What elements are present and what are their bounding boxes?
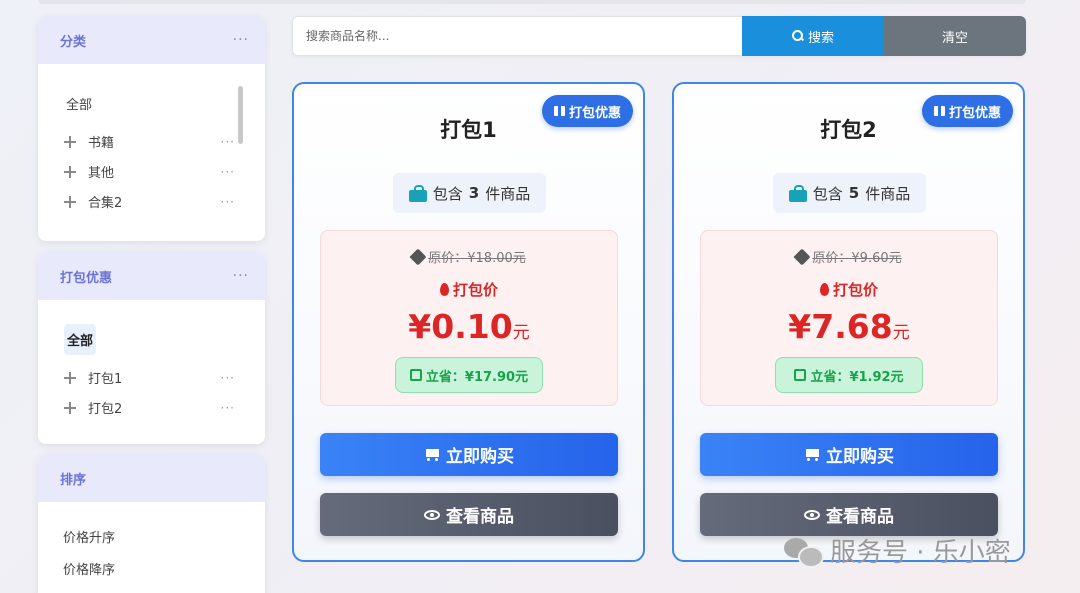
bundle-price-value: ¥7.68	[788, 307, 893, 346]
search-icon	[791, 30, 804, 42]
bundle-price-unit: 元	[892, 323, 910, 343]
shopping-bag-icon	[788, 184, 807, 202]
view-products-label: 查看商品	[446, 507, 514, 527]
bundle-item-pack2[interactable]: 打包2 ···	[62, 398, 235, 417]
bundle-price-value: ¥0.10	[408, 307, 513, 346]
bundle-price-unit: 元	[512, 323, 530, 343]
savings-badge: 立省：¥1.92元	[775, 357, 923, 393]
top-bar-edge	[38, 0, 1026, 4]
category-panel-header: 分类 ···	[38, 16, 265, 64]
view-products-button[interactable]: 查看商品	[700, 493, 998, 536]
save-disk-icon	[794, 369, 807, 381]
savings-badge: 立省：¥17.90元	[395, 357, 543, 393]
sort-panel-title: 排序	[60, 472, 87, 488]
bundle-panel-title: 打包优惠	[60, 270, 113, 286]
bundle-card: 打包优惠 打包1 包含 3 件商品 原价：¥18.00元 打包价 ¥0.10元 …	[292, 82, 645, 562]
savings-text: 立省：¥17.90元	[425, 369, 529, 385]
bundle-price: ¥0.10元	[321, 307, 617, 346]
tag-icon	[793, 248, 811, 265]
move-icon[interactable]	[62, 134, 78, 150]
bundle-item-pack1[interactable]: 打包1 ···	[62, 368, 235, 387]
category-item-collection2[interactable]: 合集2 ···	[62, 192, 235, 211]
card-title: 打包1	[440, 118, 497, 142]
original-price: 原价：¥18.00元	[321, 247, 617, 266]
move-icon[interactable]	[62, 400, 78, 416]
pack-price-label-text: 打包价	[832, 281, 878, 299]
bundle-item-all[interactable]: 全部	[64, 324, 97, 355]
price-box: 原价：¥18.00元 打包价 ¥0.10元 立省：¥17.90元	[320, 230, 618, 406]
cart-icon	[424, 448, 440, 461]
fire-icon	[439, 283, 449, 296]
original-price-text: 原价：¥9.60元	[812, 251, 902, 266]
watermark: 服务号 · 乐小密	[784, 532, 1011, 569]
count-suffix: 件商品	[865, 184, 911, 203]
sort-item-price-desc[interactable]: 价格降序	[63, 559, 115, 578]
category-more-button[interactable]: ···	[233, 32, 249, 48]
pack-price-label: 打包价	[701, 279, 997, 300]
buy-now-label: 立即购买	[446, 447, 514, 467]
savings-text: 立省：¥1.92元	[810, 369, 904, 385]
bundle-panel: 打包优惠 ··· 全部 打包1 ··· 打包2 ···	[38, 252, 265, 444]
save-disk-icon	[409, 369, 422, 381]
buy-now-button[interactable]: 立即购买	[320, 433, 618, 476]
sort-panel-header: 排序	[38, 454, 265, 502]
price-box: 原价：¥9.60元 打包价 ¥7.68元 立省：¥1.92元	[700, 230, 998, 406]
search-input[interactable]	[292, 16, 742, 56]
item-count: 包含 3 件商品	[393, 173, 546, 213]
count-prefix: 包含	[812, 184, 843, 203]
category-panel: 分类 ··· 全部 书籍 ··· 其他 ··· 合集2 ···	[38, 16, 265, 241]
category-panel-title: 分类	[60, 34, 87, 50]
bundle-item-label: 打包2	[88, 402, 123, 417]
count-prefix: 包含	[432, 184, 463, 203]
bundle-panel-header: 打包优惠 ···	[38, 252, 265, 300]
item-count: 包含 5 件商品	[773, 173, 926, 213]
count-suffix: 件商品	[485, 184, 531, 203]
tag-icon	[409, 248, 427, 265]
category-item-label: 书籍	[88, 136, 115, 151]
buy-now-label: 立即购买	[826, 447, 894, 467]
category-item-books[interactable]: 书籍 ···	[62, 132, 235, 151]
count-number: 3	[468, 184, 480, 202]
move-icon[interactable]	[62, 370, 78, 386]
sort-panel: 排序 价格升序 价格降序	[38, 454, 265, 593]
item-more-button[interactable]: ···	[221, 195, 235, 209]
original-price: 原价：¥9.60元	[701, 247, 997, 266]
shopping-bag-icon	[408, 184, 427, 202]
category-scrollbar[interactable]	[238, 86, 243, 144]
card-title: 打包2	[820, 118, 877, 142]
view-products-button[interactable]: 查看商品	[320, 493, 618, 536]
wechat-icon	[784, 536, 824, 568]
buy-now-button[interactable]: 立即购买	[700, 433, 998, 476]
item-more-button[interactable]: ···	[221, 371, 235, 385]
category-item-other[interactable]: 其他 ···	[62, 162, 235, 181]
search-button-label: 搜索	[807, 30, 834, 46]
category-item-label: 合集2	[88, 196, 123, 211]
clear-button[interactable]: 清空	[884, 16, 1026, 56]
move-icon[interactable]	[62, 194, 78, 210]
fire-icon	[819, 283, 829, 296]
bundle-card: 打包优惠 打包2 包含 5 件商品 原价：¥9.60元 打包价 ¥7.68元 立…	[672, 82, 1025, 562]
pack-price-label-text: 打包价	[452, 281, 498, 299]
count-number: 5	[848, 184, 860, 202]
item-more-button[interactable]: ···	[221, 135, 235, 149]
eye-icon	[424, 509, 440, 520]
view-products-label: 查看商品	[826, 507, 894, 527]
search-button[interactable]: 搜索	[742, 16, 884, 56]
move-icon[interactable]	[62, 164, 78, 180]
cart-icon	[804, 448, 820, 461]
category-item-label: 其他	[88, 166, 115, 181]
sort-item-price-asc[interactable]: 价格升序	[63, 527, 115, 546]
search-bar: 搜索 清空	[292, 16, 1026, 56]
eye-icon	[804, 509, 820, 520]
bundle-item-label: 打包1	[88, 372, 123, 387]
bundle-price: ¥7.68元	[701, 307, 997, 346]
original-price-text: 原价：¥18.00元	[428, 251, 526, 266]
watermark-text: 服务号 · 乐小密	[830, 538, 1011, 568]
item-more-button[interactable]: ···	[221, 165, 235, 179]
bundle-more-button[interactable]: ···	[233, 268, 249, 284]
pack-price-label: 打包价	[321, 279, 617, 300]
item-more-button[interactable]: ···	[221, 401, 235, 415]
category-item-all[interactable]: 全部	[66, 94, 92, 113]
